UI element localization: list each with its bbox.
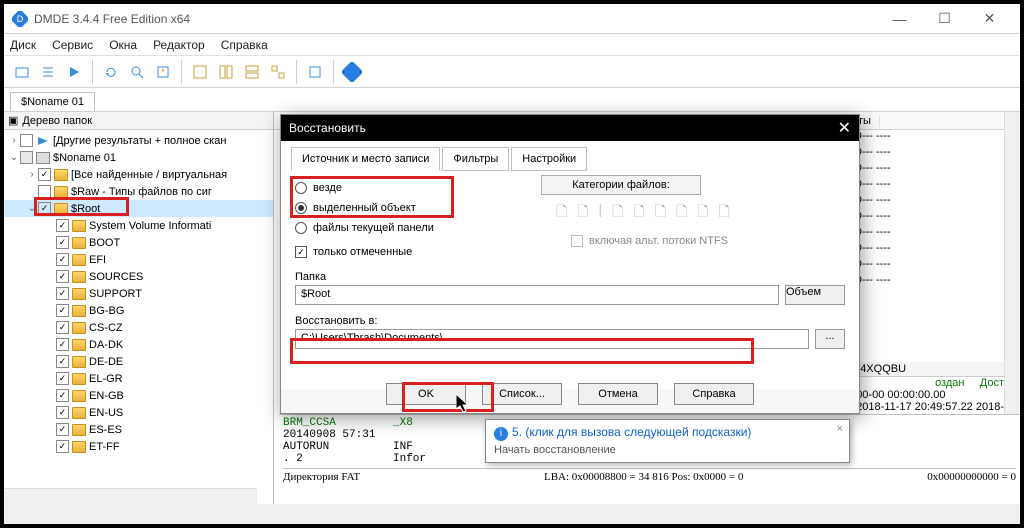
file-icon[interactable]: 🗋 [577, 201, 588, 225]
filetype-icons: 🗋🗋 | 🗋🗋 🗋🗋 🗋🗋 [556, 201, 730, 225]
hint-tooltip[interactable]: × i5. (клик для вызова следующей подсказ… [485, 419, 850, 463]
tree-item[interactable]: ES-ES [4, 421, 273, 438]
menu-help[interactable]: Справка [221, 38, 268, 52]
chk-alt-streams[interactable]: включая альт. потоки NTFS [571, 235, 728, 247]
tree-item[interactable]: DA-DK [4, 336, 273, 353]
tree-item[interactable]: CS-CZ [4, 319, 273, 336]
file-icon[interactable]: 🗋 [556, 201, 567, 225]
titlebar: D DMDE 3.4.4 Free Edition x64 — ☐ ✕ [4, 4, 1020, 34]
folder-input[interactable]: $Root [295, 285, 779, 305]
tool-dmde-icon[interactable] [340, 60, 364, 84]
file-detail: 4XQQBU оздан Дост 00-00 00:00:00.00 2018… [856, 362, 1004, 413]
tool-search-icon[interactable] [125, 60, 149, 84]
menu-disk[interactable]: Диск [10, 38, 36, 52]
menu-editor[interactable]: Редактор [153, 38, 205, 52]
file-icon[interactable]: 🗋 [697, 201, 708, 225]
list-button[interactable]: Список... [482, 383, 562, 405]
tab-noname[interactable]: $Noname 01 [10, 92, 95, 111]
window-title: DMDE 3.4.4 Free Edition x64 [34, 12, 877, 26]
tool-disk-icon[interactable] [10, 60, 34, 84]
maximize-button[interactable]: ☐ [922, 5, 967, 33]
tree-item[interactable]: System Volume Informati [4, 217, 273, 234]
tool-list-icon[interactable] [36, 60, 60, 84]
tree-item[interactable]: ET-FF [4, 438, 273, 455]
toolbar: * [4, 56, 1020, 88]
close-button[interactable]: ✕ [967, 5, 1012, 33]
categories-button[interactable]: Категории файлов: [541, 175, 701, 195]
folder-tree[interactable]: ›[Другие результаты + полное скан⌄$Nonam… [4, 130, 273, 504]
tree-item[interactable]: BG-BG [4, 302, 273, 319]
tree-item[interactable]: ›[Другие результаты + полное скан [4, 132, 273, 149]
tree-item[interactable]: $Raw - Типы файлов по сиг [4, 183, 273, 200]
dlg-tab-filters[interactable]: Фильтры [442, 147, 509, 171]
file-icon[interactable]: 🗋 [612, 201, 623, 225]
sidebar-header: Дерево папок [22, 115, 92, 127]
dialog-title: Восстановить [289, 121, 366, 135]
sidebar: ▣ Дерево папок ›[Другие результаты + пол… [4, 112, 274, 504]
mouse-cursor-icon [456, 394, 472, 419]
menubar: Диск Сервис Окна Редактор Справка [4, 34, 1020, 56]
dialog-close-icon[interactable]: ✕ [838, 118, 851, 138]
tree-item[interactable]: SUPPORT [4, 285, 273, 302]
status-offset: 0x00000000000 = 0 [927, 471, 1016, 483]
cancel-button[interactable]: Отмена [578, 383, 658, 405]
help-button[interactable]: Справка [674, 383, 754, 405]
file-icon[interactable]: 🗋 [655, 201, 666, 225]
minimize-button[interactable]: — [877, 5, 922, 33]
restore-dialog: Восстановить ✕ Источник и место записи Ф… [280, 114, 860, 414]
svg-text:*: * [161, 67, 165, 77]
folder-label: Папка [295, 271, 845, 283]
ok-button[interactable]: OK [386, 383, 466, 405]
volume-button[interactable]: Объем [785, 285, 845, 305]
tool-grid3-icon[interactable] [240, 60, 264, 84]
tool-save-icon[interactable] [303, 60, 327, 84]
dlg-tab-source[interactable]: Источник и место записи [291, 147, 440, 171]
file-header: 4XQQBU [856, 362, 1004, 377]
status-dir: Директория FAT [283, 471, 360, 483]
tool-grid1-icon[interactable] [188, 60, 212, 84]
tree-item[interactable]: SOURCES [4, 268, 273, 285]
tree-toggle-icon[interactable]: ▣ [8, 114, 18, 127]
dlg-tab-settings[interactable]: Настройки [511, 147, 587, 171]
tree-item[interactable]: ⌄$Root [4, 200, 273, 217]
tool-grid4-icon[interactable] [266, 60, 290, 84]
tree-item[interactable]: ›[Все найденные / виртуальная [4, 166, 273, 183]
tree-item[interactable]: BOOT [4, 234, 273, 251]
tool-play-icon[interactable] [62, 60, 86, 84]
dest-input[interactable]: C:\Users\Thrash\Documents\ [295, 329, 809, 349]
file-icon[interactable]: 🗋 [676, 201, 687, 225]
tree-item[interactable]: EL-GR [4, 370, 273, 387]
tree-item[interactable]: EFI [4, 251, 273, 268]
tree-item[interactable]: ⌄$Noname 01 [4, 149, 273, 166]
tool-grid2-icon[interactable] [214, 60, 238, 84]
tool-refresh-icon[interactable] [99, 60, 123, 84]
chk-marked-only[interactable]: только отмеченные [295, 243, 845, 261]
info-icon: i [494, 427, 508, 441]
status-lba: LBA: 0x00008800 = 34 816 Pos: 0x0000 = 0 [544, 471, 743, 483]
tabstrip: $Noname 01 [4, 88, 1020, 112]
menu-service[interactable]: Сервис [52, 38, 93, 52]
dest-label: Восстановить в: [295, 315, 845, 327]
file-icon[interactable]: 🗋 [719, 201, 730, 225]
file-icon[interactable]: 🗋 [633, 201, 644, 225]
attribute-list: D--- ----D--- ----D--- ----D--- ----D---… [854, 130, 1004, 290]
tool-scan-icon[interactable]: * [151, 60, 175, 84]
browse-button[interactable]: ... [815, 329, 845, 349]
svg-text:D: D [17, 14, 24, 24]
tooltip-close-icon[interactable]: × [837, 423, 843, 435]
app-logo-icon: D [12, 11, 28, 27]
tree-item[interactable]: EN-GB [4, 387, 273, 404]
sidebar-hscroll[interactable] [4, 488, 257, 504]
menu-windows[interactable]: Окна [109, 38, 137, 52]
tree-item[interactable]: DE-DE [4, 353, 273, 370]
tree-item[interactable]: EN-US [4, 404, 273, 421]
